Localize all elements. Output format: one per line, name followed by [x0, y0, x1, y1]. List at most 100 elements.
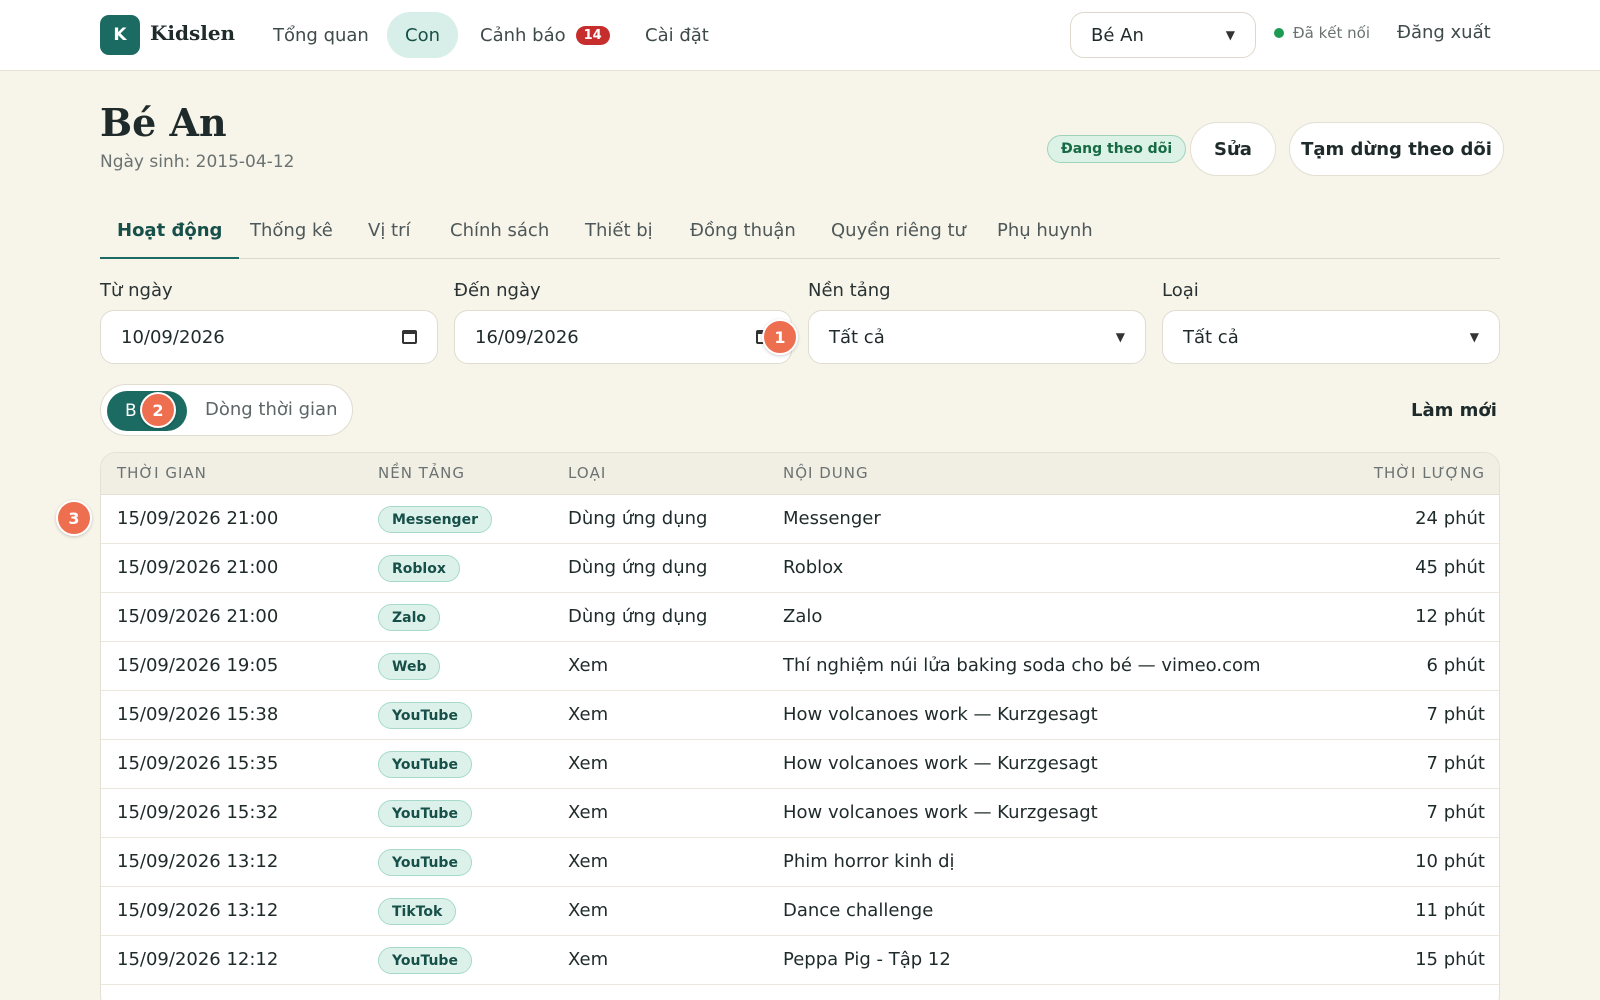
child-select-value: Bé An — [1091, 24, 1144, 46]
row-content: Messenger — [783, 508, 881, 529]
tab-policy[interactable]: Chính sách — [433, 220, 566, 259]
annotation-marker-1: 1 — [762, 319, 798, 355]
row-duration: 10 phút — [1415, 851, 1485, 872]
table-row[interactable]: 15/09/2026 13:12 TikTok Xem Dance challe… — [101, 887, 1499, 936]
table-row[interactable]: 15/09/2026 12:12 YouTube Xem Peppa Pig -… — [101, 936, 1499, 985]
nav-settings[interactable]: Cài đặt — [627, 12, 727, 58]
tab-privacy[interactable]: Quyền riêng tư — [814, 220, 983, 259]
nav-overview[interactable]: Tổng quan — [255, 12, 387, 58]
platform-chip: TikTok — [378, 898, 457, 925]
row-time: 15/09/2026 15:38 — [117, 704, 279, 725]
table-row[interactable]: 15/09/2026 15:38 YouTube Xem How volcano… — [101, 691, 1499, 740]
col-duration-header[interactable]: THỜI LƯỢNG — [1374, 464, 1485, 482]
app-name[interactable]: Kidslen — [150, 21, 235, 45]
platform-chip: YouTube — [378, 800, 472, 827]
row-content: Peppa Pig - Tập 12 — [783, 949, 951, 970]
type-label: Loại — [1162, 280, 1199, 301]
child-tabs: Hoạt động Thống kê Vị trí Chính sách Thi… — [100, 210, 1500, 259]
row-time: 15/09/2026 21:00 — [117, 557, 279, 578]
view-toggle-table-label: B — [125, 401, 137, 421]
row-type: Xem — [568, 851, 609, 872]
row-duration: 7 phút — [1426, 704, 1485, 725]
row-content: How volcanoes work — Kurzgesagt — [783, 802, 1098, 823]
to-date-label: Đến ngày — [454, 280, 541, 301]
birth-date: Ngày sinh: 2015-04-12 — [100, 152, 295, 172]
calendar-icon[interactable] — [402, 330, 417, 344]
row-content: Dance challenge — [783, 900, 934, 921]
row-time: 15/09/2026 19:05 — [117, 655, 279, 676]
col-type-header[interactable]: LOẠI — [568, 464, 606, 482]
tab-parents[interactable]: Phụ huynh — [980, 220, 1110, 259]
from-date-input[interactable]: 10/09/2026 — [100, 310, 438, 364]
edit-button[interactable]: Sửa — [1190, 122, 1276, 176]
platform-chip: Zalo — [378, 604, 441, 631]
tab-activity[interactable]: Hoạt động — [100, 220, 240, 259]
col-platform-header[interactable]: NỀN TẢNG — [378, 464, 465, 482]
child-select[interactable]: Bé An ▼ — [1070, 12, 1256, 58]
row-time: 15/09/2026 12:12 — [117, 949, 279, 970]
tab-devices[interactable]: Thiết bị — [568, 220, 670, 259]
row-duration: 7 phút — [1426, 753, 1485, 774]
table-row[interactable]: 15/09/2026 21:00 Roblox Dùng ứng dụng Ro… — [101, 544, 1499, 593]
table-row[interactable]: 15/09/2026 19:05 Web Xem Thí nghiệm núi … — [101, 642, 1499, 691]
table-row[interactable]: 15/09/2026 15:32 YouTube Xem How volcano… — [101, 789, 1499, 838]
status-dot-icon — [1274, 28, 1284, 38]
row-time: 15/09/2026 15:35 — [117, 753, 279, 774]
col-content-header[interactable]: NỘI DUNG — [783, 464, 869, 482]
type-select-value: Tất cả — [1183, 326, 1239, 348]
connection-label: Đã kết nối — [1293, 24, 1370, 42]
type-select[interactable]: Tất cả ▼ — [1162, 310, 1500, 364]
platform-chip: YouTube — [378, 702, 472, 729]
to-date-value: 16/09/2026 — [475, 326, 579, 348]
alerts-count-badge: 14 — [575, 25, 610, 45]
nav-child[interactable]: Con — [387, 12, 458, 58]
row-duration: 15 phút — [1415, 949, 1485, 970]
top-navbar: K Kidslen Tổng quan Con Cảnh báo 14 Cài … — [0, 0, 1600, 71]
row-time: 15/09/2026 13:12 — [117, 851, 279, 872]
refresh-button[interactable]: Làm mới — [1411, 400, 1497, 421]
row-duration: 6 phút — [1426, 655, 1485, 676]
view-toggle-timeline[interactable]: Dòng thời gian — [205, 399, 338, 420]
nav-alerts-label: Cảnh báo — [480, 24, 566, 46]
row-duration: 12 phút — [1415, 606, 1485, 627]
nav-alerts[interactable]: Cảnh báo 14 — [462, 12, 628, 58]
nav-settings-label: Cài đặt — [645, 24, 709, 46]
table-row-partial[interactable] — [101, 985, 1499, 1000]
row-time: 15/09/2026 15:32 — [117, 802, 279, 823]
platform-select[interactable]: Tất cả ▼ — [808, 310, 1146, 364]
table-row[interactable]: 15/09/2026 21:00 Messenger Dùng ứng dụng… — [101, 495, 1499, 544]
tab-consent[interactable]: Đồng thuận — [673, 220, 813, 259]
annotation-marker-2: 2 — [140, 392, 176, 428]
nav-overview-label: Tổng quan — [273, 24, 369, 46]
row-content: How volcanoes work — Kurzgesagt — [783, 704, 1098, 725]
platform-chip: Web — [378, 653, 441, 680]
table-row[interactable]: 15/09/2026 15:35 YouTube Xem How volcano… — [101, 740, 1499, 789]
row-content: Roblox — [783, 557, 844, 578]
to-date-input[interactable]: 16/09/2026 — [454, 310, 792, 364]
row-content: Thí nghiệm núi lửa baking soda cho bé — … — [783, 655, 1261, 676]
row-type: Xem — [568, 802, 609, 823]
annotation-marker-3: 3 — [56, 500, 92, 536]
tab-statistics[interactable]: Thống kê — [233, 220, 350, 259]
platform-select-value: Tất cả — [829, 326, 885, 348]
chevron-down-icon: ▼ — [1469, 330, 1479, 344]
tab-location[interactable]: Vị trí — [351, 220, 428, 259]
row-type: Xem — [568, 949, 609, 970]
table-header: THỜI GIAN NỀN TẢNG LOẠI NỘI DUNG THỜI LƯ… — [101, 453, 1499, 495]
row-type: Dùng ứng dụng — [568, 606, 708, 627]
col-time-header[interactable]: THỜI GIAN — [117, 464, 207, 482]
logout-link[interactable]: Đăng xuất — [1397, 22, 1491, 43]
row-time: 15/09/2026 13:12 — [117, 900, 279, 921]
chevron-down-icon: ▼ — [1225, 28, 1235, 42]
platform-chip: Messenger — [378, 506, 492, 533]
pause-tracking-button[interactable]: Tạm dừng theo dõi — [1289, 122, 1504, 176]
row-type: Xem — [568, 753, 609, 774]
table-row[interactable]: 15/09/2026 13:12 YouTube Xem Phim horror… — [101, 838, 1499, 887]
chevron-down-icon: ▼ — [1115, 330, 1125, 344]
activity-table: THỜI GIAN NỀN TẢNG LOẠI NỘI DUNG THỜI LƯ… — [100, 452, 1500, 1000]
from-date-value: 10/09/2026 — [121, 326, 225, 348]
row-type: Dùng ứng dụng — [568, 508, 708, 529]
table-row[interactable]: 15/09/2026 21:00 Zalo Dùng ứng dụng Zalo… — [101, 593, 1499, 642]
platform-chip: Roblox — [378, 555, 460, 582]
row-duration: 24 phút — [1415, 508, 1485, 529]
